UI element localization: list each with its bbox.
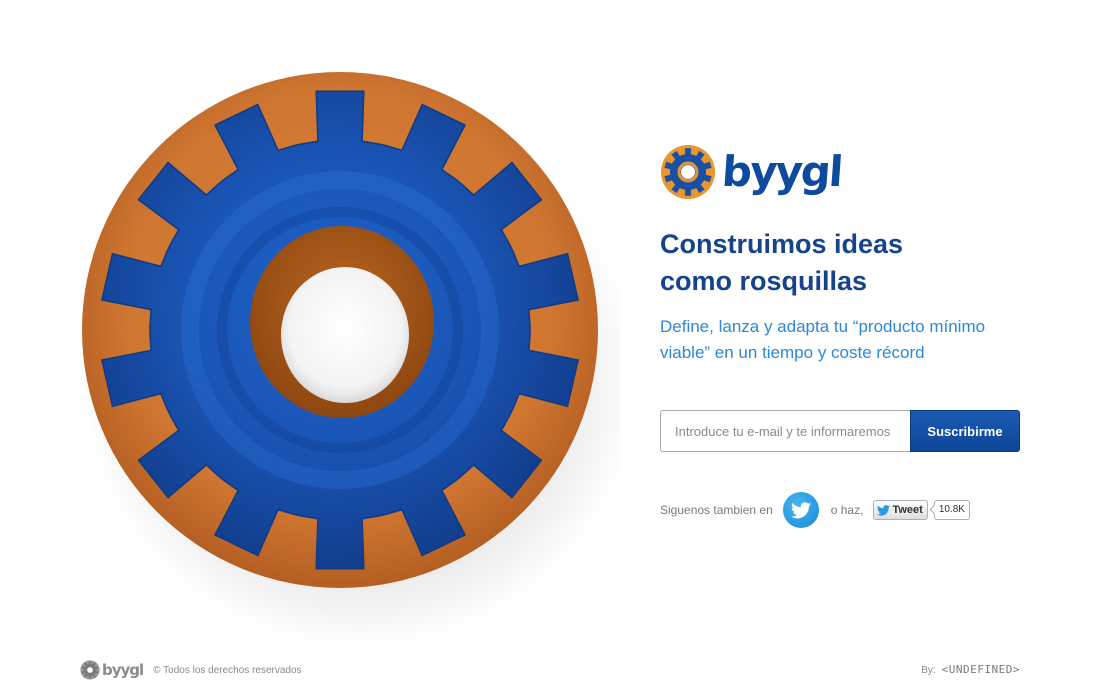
landing-page: byygl Construimos ideas como rosquillas … xyxy=(0,0,1100,700)
social-links: Siguenos tambien en o haz, Tweet 10.8K xyxy=(660,492,1040,528)
twitter-small-icon xyxy=(877,504,891,516)
hero-content: byygl Construimos ideas como rosquillas … xyxy=(660,140,1040,528)
twitter-bird-icon[interactable] xyxy=(782,492,819,528)
footer-credit: By: <UNDEFINED> xyxy=(921,663,1020,676)
tweet-label: Tweet xyxy=(892,504,923,516)
or-text: o haz, xyxy=(830,503,864,517)
email-input[interactable] xyxy=(660,410,910,452)
credit-link[interactable]: <UNDEFINED> xyxy=(942,663,1020,676)
gear-donut-icon xyxy=(660,144,716,200)
page-title: Construimos ideas como rosquillas xyxy=(660,226,1040,300)
credit-prefix: By: xyxy=(921,665,936,676)
brand-logo[interactable]: byygl xyxy=(660,140,1040,204)
gear-donut-illustration xyxy=(60,50,620,650)
copyright-text: © Todos los derechos reservados xyxy=(153,664,302,676)
subheadline: Define, lanza y adapta tu “producto míni… xyxy=(660,317,986,362)
headline-line-2: como rosquillas xyxy=(660,266,868,296)
footer-left: byygl © Todos los derechos reservados xyxy=(80,660,302,680)
headline-line-1: Construimos ideas xyxy=(660,229,904,259)
subscribe-button[interactable]: Suscribirme xyxy=(910,410,1020,452)
follow-text: Siguenos tambien en xyxy=(660,503,773,517)
footer-brand[interactable]: byygl xyxy=(102,661,144,679)
footer-gear-icon xyxy=(80,660,100,680)
tweet-count: 10.8K xyxy=(933,500,970,520)
tweet-button[interactable]: Tweet xyxy=(873,500,928,520)
subscribe-form: Suscribirme xyxy=(660,410,1020,452)
brand-name: byygl xyxy=(720,147,844,196)
